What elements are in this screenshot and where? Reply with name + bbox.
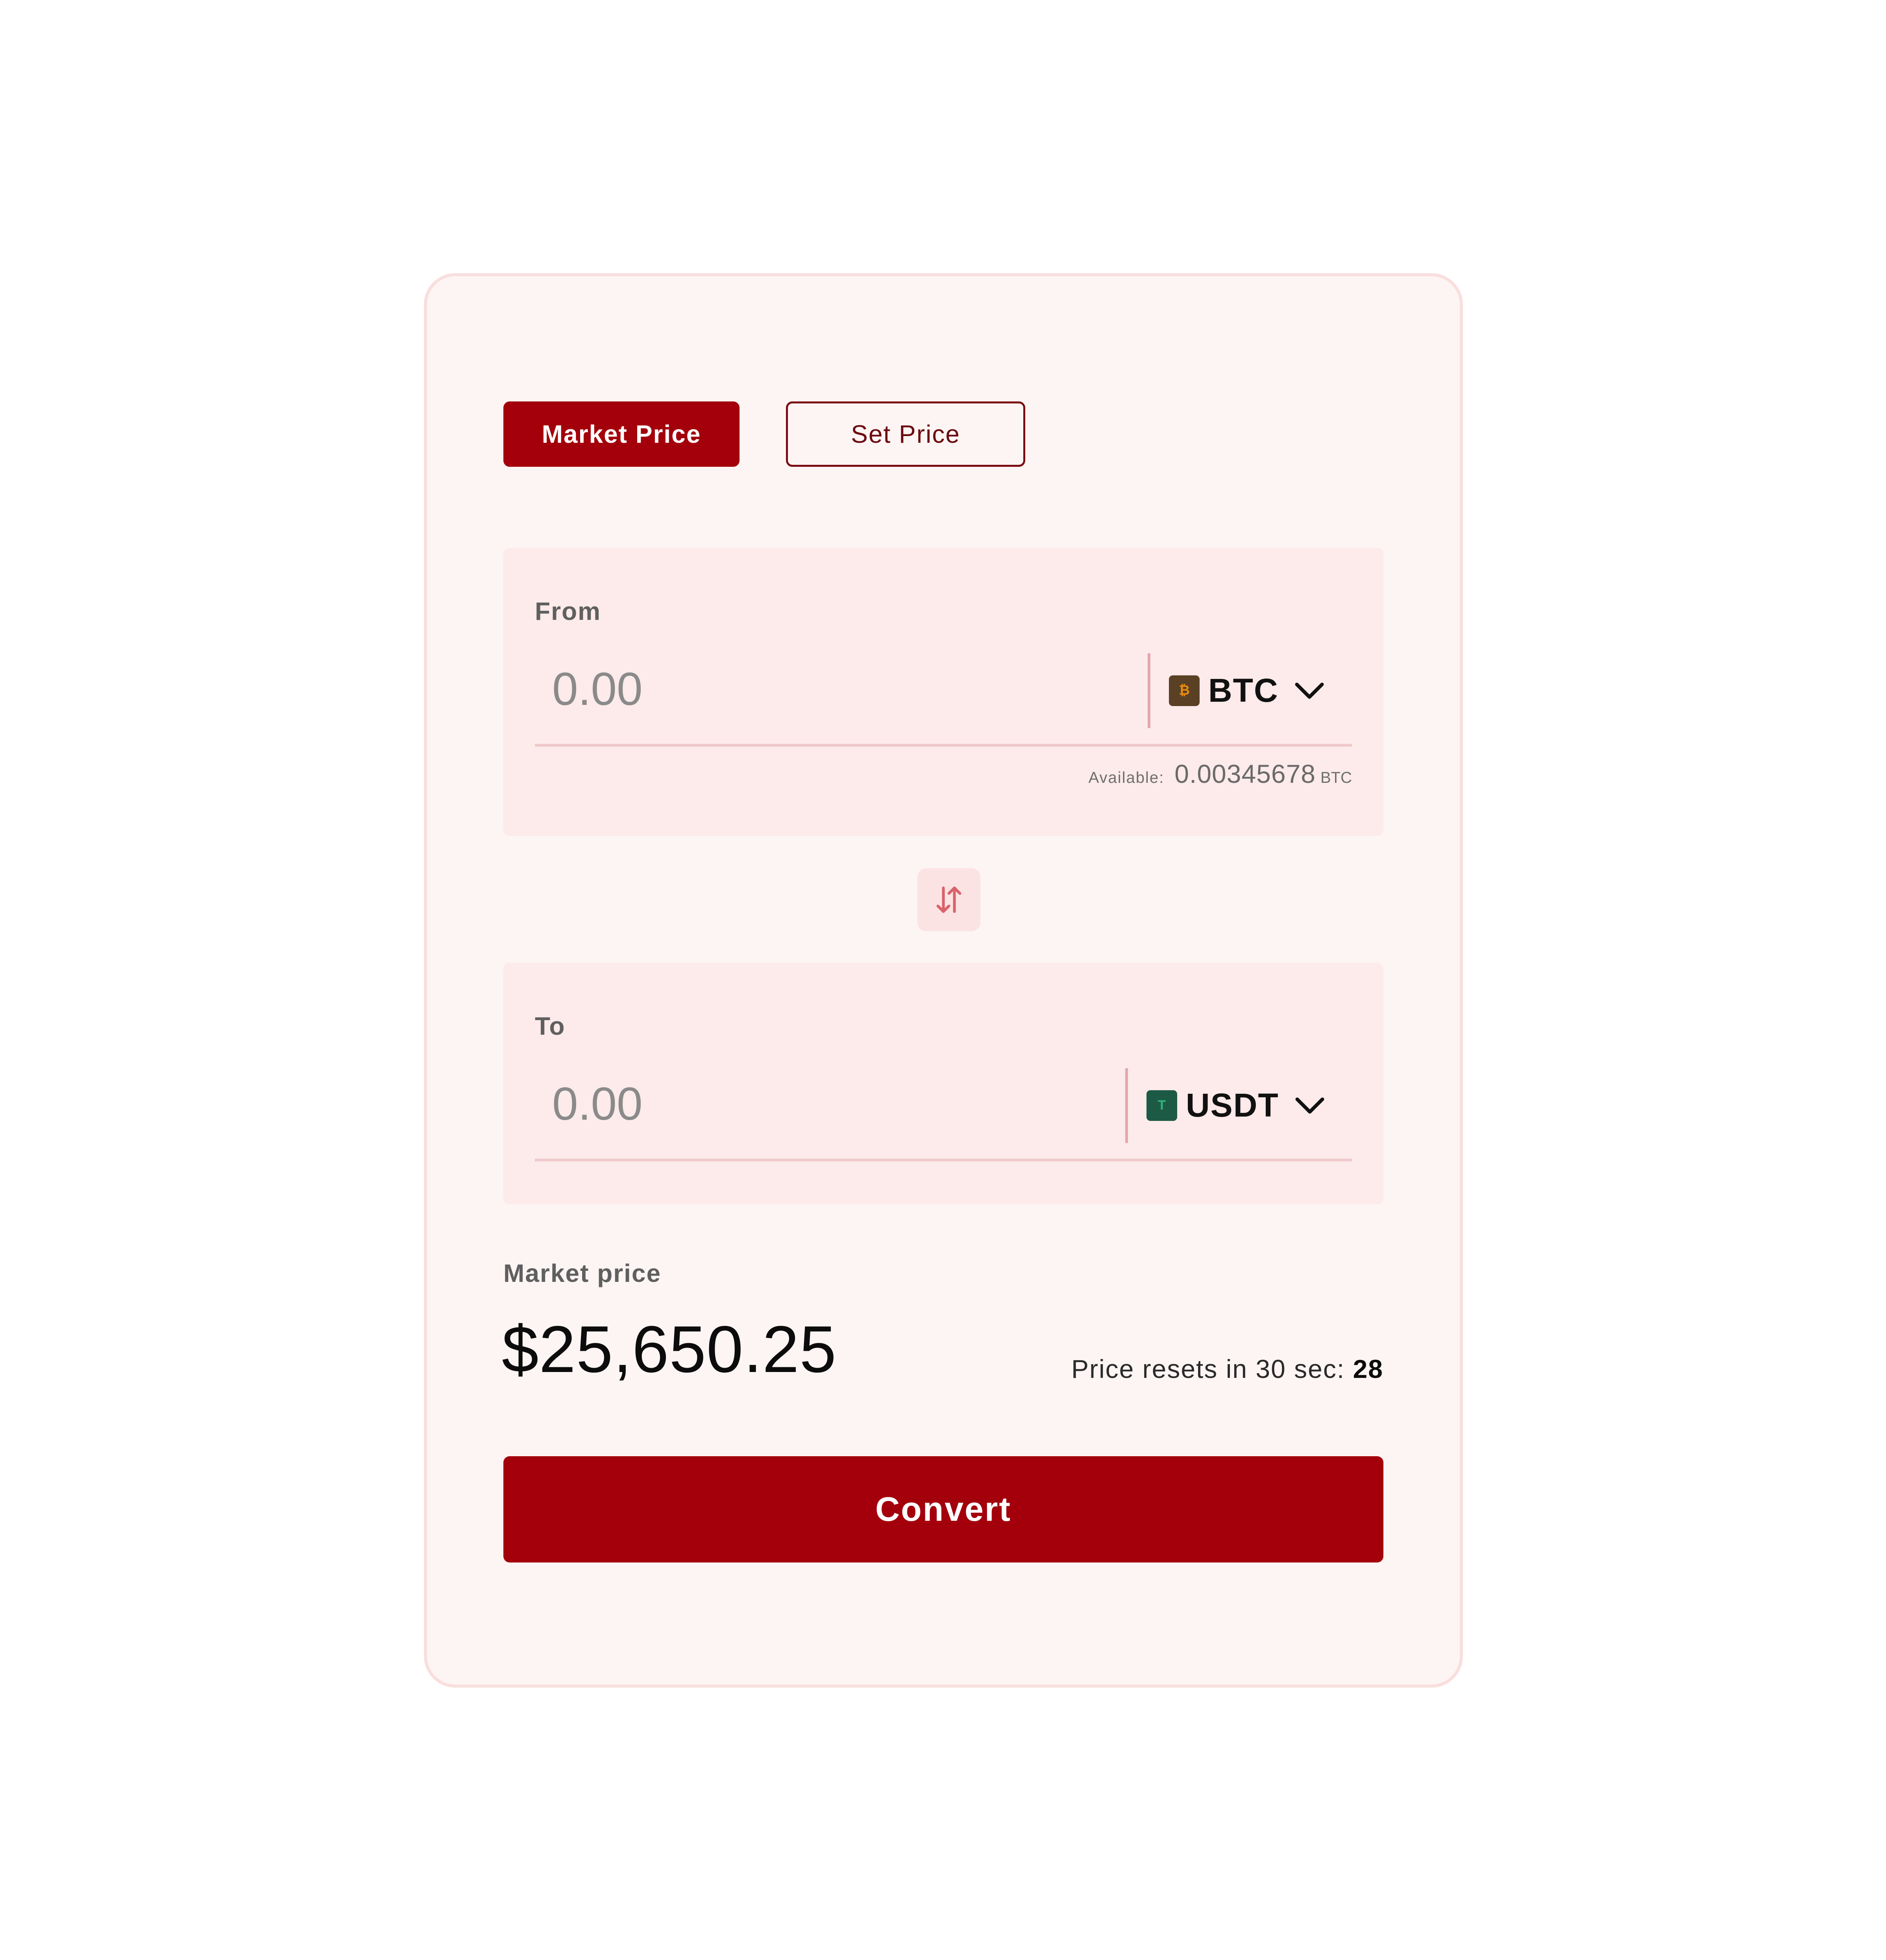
from-amount-input[interactable] (535, 652, 1141, 727)
reset-countdown: 28 (1353, 1354, 1383, 1383)
to-underline (535, 1159, 1352, 1161)
from-divider (1148, 653, 1150, 728)
chevron-down-icon (1295, 682, 1324, 699)
from-coin-name: BTC (1208, 672, 1279, 709)
market-price-value: $25,650.25 (502, 1312, 837, 1386)
to-panel: To T USDT (503, 963, 1383, 1204)
to-coin-select[interactable]: T USDT (1146, 1086, 1326, 1124)
available-balance: Available: 0.00345678 BTC (1089, 759, 1352, 789)
tether-icon: T (1146, 1090, 1177, 1121)
chevron-down-icon (1295, 1097, 1324, 1113)
available-value: 0.00345678 (1174, 759, 1316, 788)
available-label: Available: (1088, 769, 1165, 786)
convert-button[interactable]: Convert (503, 1456, 1383, 1562)
tab-set-price[interactable]: Set Price (786, 401, 1025, 467)
market-price-label: Market price (503, 1259, 662, 1287)
from-label: From (535, 597, 601, 625)
to-amount-input[interactable] (535, 1067, 1141, 1141)
to-divider (1125, 1068, 1128, 1143)
reset-text: Price resets in 30 sec: (1071, 1354, 1345, 1383)
from-panel: From ₿ BTC Available: 0.00345678 BTC (503, 548, 1383, 836)
price-reset-timer: Price resets in 30 sec: 28 (1071, 1354, 1383, 1384)
tab-market-price[interactable]: Market Price (503, 401, 740, 467)
from-coin-select[interactable]: ₿ BTC (1169, 671, 1325, 710)
swap-vertical-icon (936, 886, 961, 913)
swap-button[interactable] (917, 868, 980, 931)
convert-card: Market Price Set Price From ₿ BTC Availa… (424, 273, 1463, 1688)
from-underline (535, 744, 1352, 747)
to-coin-name: USDT (1186, 1087, 1279, 1124)
bitcoin-icon: ₿ (1169, 675, 1200, 706)
available-unit: BTC (1320, 769, 1352, 786)
to-label: To (535, 1012, 566, 1040)
